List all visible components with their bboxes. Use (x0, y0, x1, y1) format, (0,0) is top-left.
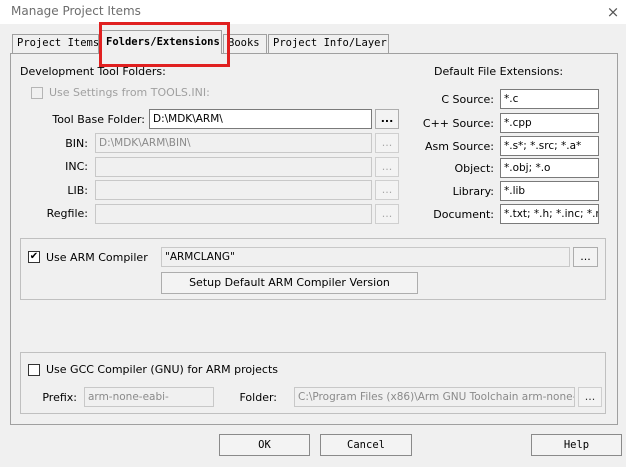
library-input[interactable]: *.lib (500, 181, 599, 201)
arm-compiler-browse-button[interactable]: ... (573, 247, 598, 267)
inc-input[interactable] (95, 157, 372, 177)
help-button[interactable]: Help (531, 434, 622, 456)
bin-browse-button[interactable]: ... (375, 133, 399, 153)
folder-input[interactable]: C:\Program Files (x86)\Arm GNU Toolchain… (294, 387, 575, 407)
extensions-heading: Default File Extensions: (434, 65, 564, 78)
setup-arm-compiler-button[interactable]: Setup Default ARM Compiler Version (161, 272, 418, 294)
object-input[interactable]: *.obj; *.o (500, 158, 599, 178)
tool-base-label: Tool Base Folder: (52, 113, 145, 126)
use-gcc-compiler-label: Use GCC Compiler (GNU) for ARM projects (46, 363, 279, 376)
tab-project-info-layer[interactable]: Project Info/Layer (268, 34, 389, 53)
regfile-input[interactable] (95, 204, 372, 224)
document-input[interactable]: *.txt; *.h; *.inc; *.md (500, 204, 599, 224)
object-label: Object: (454, 162, 494, 175)
cpp-source-label: C++ Source: (422, 117, 494, 130)
close-icon[interactable]: × (603, 2, 623, 22)
lib-input[interactable] (95, 180, 372, 200)
highlight-box (99, 22, 230, 67)
asm-source-input[interactable]: *.s*; *.src; *.a* (500, 136, 599, 156)
inc-browse-button[interactable]: ... (375, 157, 399, 177)
lib-label: LIB: (67, 184, 88, 197)
asm-source-label: Asm Source: (425, 140, 494, 153)
use-settings-label: Use Settings from TOOLS.INI: (49, 86, 210, 99)
c-source-label: C Source: (441, 93, 494, 106)
cpp-source-input[interactable]: *.cpp (500, 113, 599, 133)
bin-input[interactable]: D:\MDK\ARM\BIN\ (95, 133, 372, 153)
use-settings-checkbox[interactable] (31, 87, 43, 99)
lib-browse-button[interactable]: ... (375, 180, 399, 200)
prefix-label: Prefix: (42, 391, 77, 404)
ok-button[interactable]: OK (219, 434, 310, 456)
bin-label: BIN: (65, 137, 88, 150)
folder-label: Folder: (239, 391, 277, 404)
folder-browse-button[interactable]: ... (578, 387, 602, 407)
tab-project-items[interactable]: Project Items (12, 34, 99, 53)
inc-label: INC: (65, 160, 88, 173)
c-source-input[interactable]: *.c (500, 89, 599, 109)
arm-compiler-input[interactable]: "ARMCLANG" (161, 247, 570, 267)
use-gcc-compiler-checkbox[interactable] (28, 364, 40, 376)
tool-base-browse-button[interactable]: ... (375, 109, 399, 129)
use-arm-compiler-label: Use ARM Compiler (46, 251, 148, 264)
window-title: Manage Project Items (11, 4, 141, 18)
regfile-browse-button[interactable]: ... (375, 204, 399, 224)
use-arm-compiler-checkbox[interactable]: ✔ (28, 251, 40, 263)
regfile-label: Regfile: (46, 207, 88, 220)
tool-base-input[interactable]: D:\MDK\ARM\ (149, 109, 372, 129)
cancel-button[interactable]: Cancel (320, 434, 412, 456)
library-label: Library: (452, 185, 494, 198)
prefix-input[interactable]: arm-none-eabi- (84, 387, 214, 407)
document-label: Document: (433, 208, 494, 221)
